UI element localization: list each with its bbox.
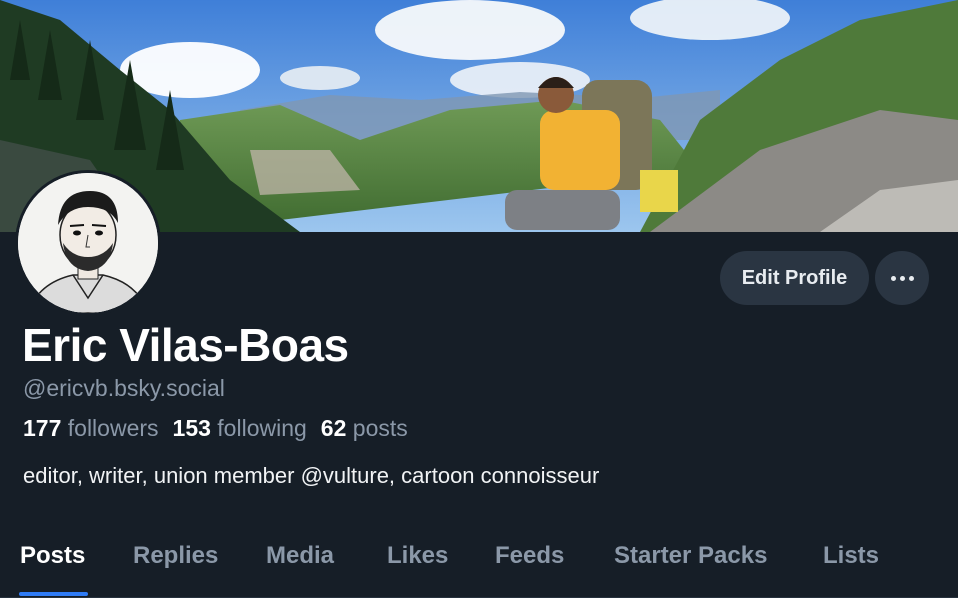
profile-stats: 177 followers 153 following 62 posts — [23, 415, 408, 442]
profile-handle: @ericvb.bsky.social — [23, 375, 225, 401]
active-tab-indicator — [19, 592, 88, 596]
posts-label: posts — [352, 415, 408, 441]
following-count: 153 — [172, 415, 211, 441]
tab-feeds[interactable]: Feeds — [495, 542, 564, 570]
ellipsis-icon — [890, 275, 914, 281]
edit-profile-button[interactable]: Edit Profile — [720, 251, 869, 305]
tab-lists[interactable]: Lists — [823, 542, 879, 570]
posts-count: 62 — [320, 415, 347, 441]
edit-profile-label: Edit Profile — [741, 266, 848, 289]
tab-starter-packs[interactable]: Starter Packs — [614, 542, 767, 570]
followers-count: 177 — [23, 415, 62, 441]
posts-stat: 62 posts — [321, 415, 408, 442]
followers-label: followers — [67, 415, 159, 441]
profile-tabs: Posts Replies Media Likes Feeds Starter … — [0, 520, 958, 598]
more-options-button[interactable] — [875, 251, 929, 305]
profile-avatar[interactable] — [15, 170, 161, 316]
avatar-image — [18, 173, 158, 313]
display-name: Eric Vilas-Boas — [22, 319, 349, 371]
profile-bio: editor, writer, union member @vulture, c… — [23, 463, 600, 488]
tab-media[interactable]: Media — [266, 542, 334, 570]
tab-replies[interactable]: Replies — [133, 542, 218, 570]
tab-posts[interactable]: Posts — [20, 542, 85, 570]
followers-stat[interactable]: 177 followers — [23, 415, 159, 442]
following-label: following — [217, 415, 307, 441]
tab-likes[interactable]: Likes — [387, 542, 448, 570]
following-stat[interactable]: 153 following — [173, 415, 307, 442]
